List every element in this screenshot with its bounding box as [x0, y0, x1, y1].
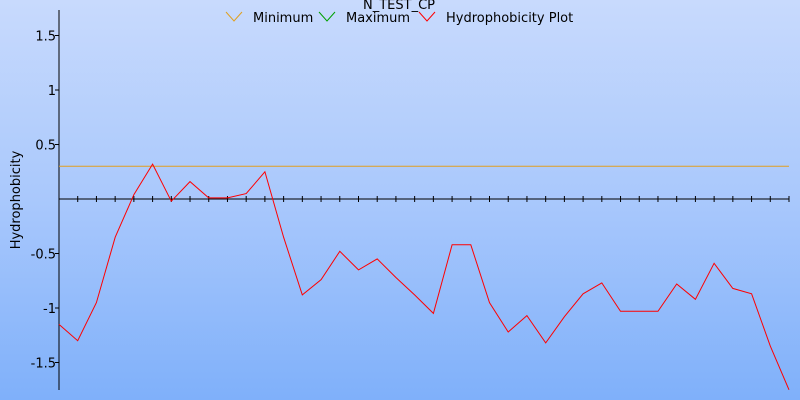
y-tick-label: -1	[43, 302, 56, 317]
y-tick-label: -1.5	[31, 357, 56, 372]
legend-swatch	[225, 11, 243, 22]
y-tick-label: 0.5	[35, 139, 56, 154]
hydrophobicity-chart: N_TEST_CP Hydrophobicity Minimum Maximum H…	[9, 0, 790, 390]
chart-area: N_TEST_CP Hydrophobicity Minimum Maximum H…	[0, 0, 800, 400]
legend-label: Hydrophobicity Plot	[446, 11, 573, 26]
series-line-hydrophobicity	[58, 163, 790, 390]
y-axis-label: Hydrophobicity	[9, 150, 24, 249]
legend-swatch	[318, 11, 336, 22]
legend-label: Minimum	[253, 11, 313, 26]
legend-label: Maximum	[346, 11, 410, 26]
legend: Minimum Maximum Hydrophobicity Plot	[225, 11, 573, 26]
series	[58, 163, 790, 390]
y-tick-label: -0.5	[31, 248, 56, 263]
legend-swatch	[418, 11, 436, 22]
y-tick-label: 1	[48, 84, 56, 99]
y-tick-label: 1.5	[35, 30, 56, 45]
axes: 1.5 1 0.5 -0.5 -1 -1.5	[31, 10, 790, 390]
